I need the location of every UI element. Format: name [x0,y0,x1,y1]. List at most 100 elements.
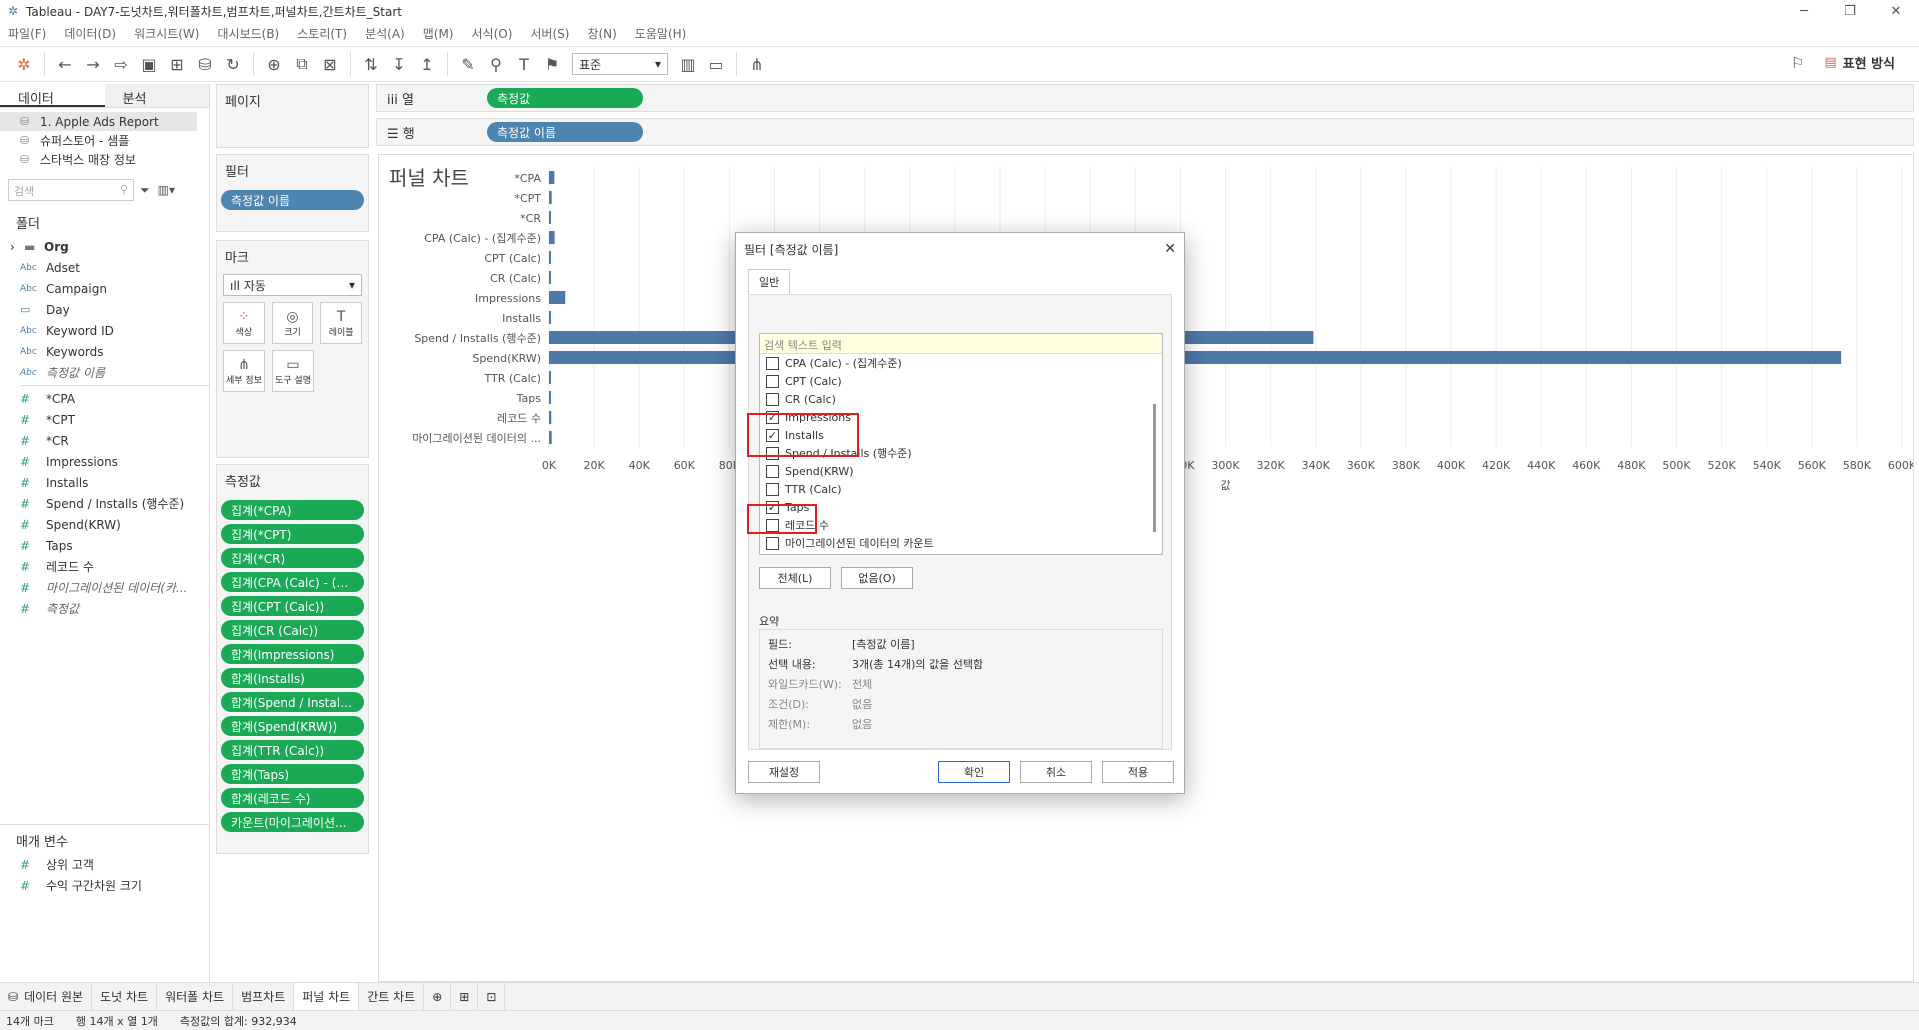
color-button[interactable]: ⁘ 색상 [223,302,265,344]
bar[interactable] [549,291,566,304]
measure-field[interactable]: # 마이그레이션된 데이터(카... [0,577,209,598]
pin-toolbar-icon[interactable]: ⚐ [1791,54,1804,72]
dimension-field[interactable]: Abc Campaign [0,278,209,299]
filter-pill[interactable]: 측정값 이름 [221,190,364,210]
new-worksheet-tab-icon[interactable]: ⊕ [424,982,452,1011]
measure-value-pill[interactable]: 집계(CR (Calc)) [221,620,364,640]
sort-asc-icon[interactable]: ↧ [385,51,413,77]
menu-format[interactable]: 서식(O) [472,25,513,42]
cancel-button[interactable]: 취소 [1020,761,1092,783]
measure-value-pill[interactable]: 집계(*CPT) [221,524,364,544]
tab-sheet[interactable]: 간트 차트 [359,982,425,1011]
replay-icon[interactable]: ⇨ [107,51,135,77]
measure-value-pill[interactable]: 합계(Installs) [221,668,364,688]
view-options-icon[interactable]: ▥▾ [158,183,175,197]
field-search-input[interactable]: 검색 ⚲ [8,179,134,201]
measure-field[interactable]: # *CPA [0,388,209,409]
mark-type-select[interactable]: ıll 자동 ▾ [223,274,362,296]
show-cards-icon[interactable]: ▥ [674,51,702,77]
filter-value-item[interactable]: CR (Calc) [760,390,1162,408]
clear-sheet-icon[interactable]: ⊠ [316,51,344,77]
tab-datasource[interactable]: ⛁ 데이터 원본 [0,982,93,1011]
scrollbar[interactable] [1153,404,1156,532]
list-search-input[interactable]: 검색 텍스트 입력 [760,334,1162,354]
bar[interactable] [549,371,551,384]
bar[interactable] [549,211,551,224]
columns-pill[interactable]: 측정값 [487,88,643,108]
dimension-field[interactable]: Abc Keyword ID [0,320,209,341]
menu-worksheet[interactable]: 워크시트(W) [134,25,199,42]
new-dashboard-tab-icon[interactable]: ⊞ [451,982,479,1011]
size-button[interactable]: ◎ 크기 [271,302,314,344]
new-story-tab-icon[interactable]: ⊡ [478,982,506,1011]
measure-field[interactable]: # *CPT [0,409,209,430]
filter-value-item[interactable]: CPT (Calc) [760,372,1162,390]
measure-value-pill[interactable]: 집계(CPA (Calc) - (집... [221,572,364,592]
label-button[interactable]: T 레이블 [320,302,363,344]
dimension-field[interactable]: Abc Keywords [0,341,209,362]
measure-value-pill[interactable]: 집계(*CR) [221,548,364,568]
tableau-start-icon[interactable]: ✲ [10,51,38,77]
checkbox[interactable] [766,536,779,550]
measure-value-pill[interactable]: 합계(Impressions) [221,644,364,664]
close-icon[interactable]: ✕ [1164,241,1176,257]
filter-value-item[interactable]: TTR (Calc) [760,480,1162,498]
menu-analysis[interactable]: 분석(A) [365,25,405,42]
checkbox[interactable] [766,374,779,388]
tooltip-button[interactable]: ▭ 도구 설명 [272,350,314,392]
bar[interactable] [549,411,552,424]
bar[interactable] [549,231,555,244]
close-window-icon[interactable]: ✕ [1873,0,1919,22]
select-none-button[interactable]: 없음(O) [841,567,913,589]
measure-field[interactable]: # Impressions [0,451,209,472]
measure-value-pill[interactable]: 합계(Spend / Installs ... [221,692,364,712]
tab-general[interactable]: 일반 [748,269,791,294]
tab-sheet[interactable]: 워터폴 차트 [157,982,234,1011]
measure-value-pill[interactable]: 카운트(마이그레이션... [221,812,364,832]
measure-value-pill[interactable]: 집계(TTR (Calc)) [221,740,364,760]
pause-update-icon[interactable]: ⛁ [191,51,219,77]
measure-field[interactable]: # 레코드 수 [0,556,209,577]
measure-field[interactable]: # *CR [0,430,209,451]
bar[interactable] [549,391,551,404]
filter-value-item[interactable]: CPA (Calc) - (집계수준) [760,354,1162,372]
checkbox[interactable] [766,464,779,478]
measure-value-pill[interactable]: 집계(*CPA) [221,500,364,520]
checkbox[interactable] [766,356,779,370]
tab-sheet[interactable]: 범프차트 [233,982,295,1011]
menu-help[interactable]: 도움말(H) [635,25,687,42]
menu-data[interactable]: 데이터(D) [64,25,116,42]
dimension-field[interactable]: Abc 측정값 이름 [0,362,209,383]
detail-button[interactable]: ⋔ 세부 정보 [223,350,265,392]
filter-value-item[interactable]: ✓ Taps [760,498,1162,516]
duplicate-icon[interactable]: ⧉ [288,51,316,77]
menu-server[interactable]: 서버(S) [530,25,569,42]
refresh-icon[interactable]: ↻ [219,51,247,77]
dimension-field[interactable]: ▭ Day [0,299,209,320]
filter-value-item[interactable]: 레코드 수 [760,516,1162,534]
dimension-field[interactable]: Abc Adset [0,257,209,278]
checkbox[interactable] [766,482,779,496]
bar[interactable] [549,311,551,324]
rows-pill[interactable]: 측정값 이름 [487,122,643,142]
ok-button[interactable]: 확인 [938,761,1010,783]
measure-field[interactable]: # Spend / Installs (행수준) [0,493,209,514]
show-me-button[interactable]: ⚐ ▤ 표현 방식 [1791,53,1895,73]
reset-button[interactable]: 재설정 [748,761,820,783]
datasource-item[interactable]: ⛁ 슈퍼스토어 - 샘플 [0,131,209,150]
presentation-icon[interactable]: ▭ [702,51,730,77]
measure-value-pill[interactable]: 집계(CPT (Calc)) [221,596,364,616]
filter-icon[interactable]: ⏷ [140,183,150,198]
parameter-field[interactable]: # 수익 구간차원 크기 [0,875,209,896]
bar[interactable] [549,431,552,444]
measure-field[interactable]: # Installs [0,472,209,493]
menu-map[interactable]: 맵(M) [423,25,454,42]
bar[interactable] [549,171,555,184]
filters-card[interactable]: 필터 측정값 이름 [216,154,369,232]
filter-value-item[interactable]: 마이그레이션된 데이터의 카운트 [760,534,1162,552]
measure-value-pill[interactable]: 합계(레코드 수) [221,788,364,808]
tab-analysis[interactable]: 분석 [104,84,209,107]
redo-icon[interactable]: → [79,51,107,77]
tab-sheet[interactable]: 도넛 차트 [92,982,158,1011]
parameter-field[interactable]: # 상위 고객 [0,854,209,875]
